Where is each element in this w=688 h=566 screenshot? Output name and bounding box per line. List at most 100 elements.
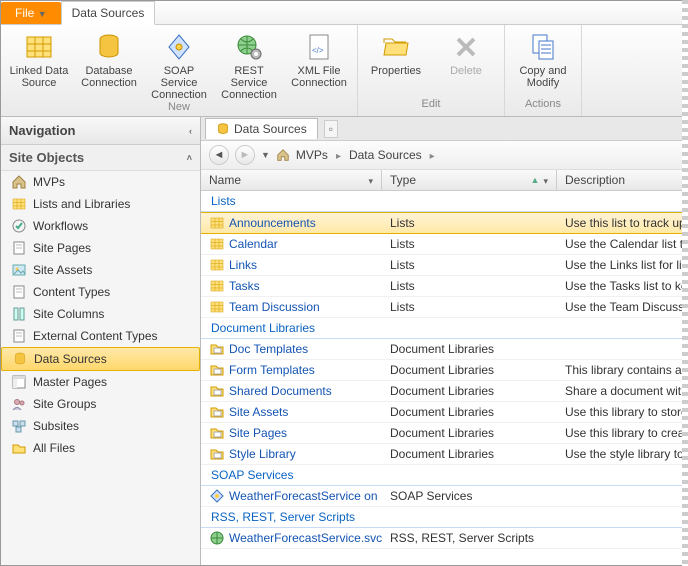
cell-desc: Use the style library to st — [557, 444, 687, 464]
col-type[interactable]: Type▲ — [382, 170, 557, 190]
cell-name[interactable]: Links — [201, 255, 382, 275]
people-icon — [11, 396, 27, 412]
sidebar-item-subsites[interactable]: Subsites — [1, 415, 200, 437]
table-row[interactable]: CalendarListsUse the Calendar list to ke — [201, 234, 687, 255]
sidebar-item-site-groups[interactable]: Site Groups — [1, 393, 200, 415]
col-name[interactable]: Name — [201, 170, 382, 190]
table-row[interactable]: Style LibraryDocument LibrariesUse the s… — [201, 444, 687, 465]
torn-edge — [682, 0, 688, 566]
xml-file-connection-label: XML File Connection — [287, 65, 351, 89]
navigation-pane: Navigation ‹ Site Objects ˄ MVPs Lists an… — [1, 117, 201, 565]
cell-name[interactable]: Shared Documents — [201, 381, 382, 401]
content-tab-data-sources[interactable]: Data Sources — [205, 118, 318, 139]
sidebar-item-all-files[interactable]: All Files — [1, 437, 200, 459]
forward-button[interactable]: ► — [235, 145, 255, 165]
cell-name[interactable]: Announcements — [201, 213, 382, 233]
table-row[interactable]: Site PagesDocument LibrariesUse this lib… — [201, 423, 687, 444]
site-objects-header[interactable]: Site Objects ˄ — [1, 145, 200, 171]
cell-desc: Share a document with t — [557, 381, 687, 401]
nav-header[interactable]: Navigation ‹ — [1, 117, 200, 145]
sidebar-item-lists[interactable]: Lists and Libraries — [1, 193, 200, 215]
table-row[interactable]: WeatherForecastService on ...SOAP Servic… — [201, 486, 687, 507]
sidebar-item-master-pages[interactable]: Master Pages — [1, 371, 200, 393]
history-dropdown[interactable]: ▼ — [261, 150, 270, 160]
cell-name[interactable]: Form Templates — [201, 360, 382, 380]
table-row[interactable]: Team DiscussionListsUse the Team Discuss… — [201, 297, 687, 318]
cell-type: Lists — [382, 297, 557, 317]
layout-icon — [11, 374, 27, 390]
sidebar-item-label: Workflows — [33, 219, 88, 233]
breadcrumb-separator — [334, 148, 343, 162]
group-header[interactable]: RSS, REST, Server Scripts — [201, 507, 687, 528]
group-header[interactable]: Lists — [201, 191, 687, 212]
cell-name[interactable]: Team Discussion — [201, 297, 382, 317]
table-row[interactable]: WeatherForecastService.svc...RSS, REST, … — [201, 528, 687, 549]
cylinder-icon — [93, 31, 125, 63]
properties-button[interactable]: Properties — [364, 29, 428, 77]
cell-name[interactable]: Site Assets — [201, 402, 382, 422]
app-window: File ▼ Data Sources Linked Data SourceDa… — [0, 0, 688, 566]
ribbon-group-label: New — [168, 101, 190, 115]
cell-desc: Use this library to create a — [557, 423, 687, 443]
database-connection-button[interactable]: Database Connection — [77, 29, 141, 89]
sidebar-item-label: MVPs — [33, 175, 65, 189]
cell-name[interactable]: Doc Templates — [201, 339, 382, 359]
cell-desc: Use the Tasks list to keep — [557, 276, 687, 296]
sidebar-item-label: External Content Types — [33, 329, 158, 343]
cell-name[interactable]: Tasks — [201, 276, 382, 296]
home-icon[interactable] — [276, 148, 290, 162]
cell-desc — [557, 528, 687, 548]
copy-modify-button[interactable]: Copy and Modify — [511, 29, 575, 89]
breadcrumb-item-data-sources[interactable]: Data Sources — [349, 148, 422, 162]
table-row[interactable]: LinksListsUse the Links list for links — [201, 255, 687, 276]
sidebar-item-mvps[interactable]: MVPs — [1, 171, 200, 193]
cell-desc: Use this library to store fi — [557, 402, 687, 422]
group-header[interactable]: SOAP Services — [201, 465, 687, 486]
sidebar-item-site-columns[interactable]: Site Columns — [1, 303, 200, 325]
cell-name[interactable]: Style Library — [201, 444, 382, 464]
cell-name[interactable]: Site Pages — [201, 423, 382, 443]
table-row[interactable]: Site AssetsDocument LibrariesUse this li… — [201, 402, 687, 423]
ribbon-group-edit: PropertiesDeleteEdit — [358, 25, 505, 116]
col-desc[interactable]: Description — [557, 170, 687, 190]
file-tab[interactable]: File ▼ — [1, 2, 61, 24]
cylinder-icon — [216, 122, 230, 136]
sidebar-item-site-assets[interactable]: Site Assets — [1, 259, 200, 281]
breadcrumb-item-mvps[interactable]: MVPs — [296, 148, 328, 162]
rest-service-connection-button[interactable]: REST Service Connection — [217, 29, 281, 101]
collapse-icon[interactable]: ‹ — [189, 126, 192, 136]
nav-title: Navigation — [9, 123, 75, 138]
table-row[interactable]: Form TemplatesDocument LibrariesThis lib… — [201, 360, 687, 381]
column-headers: Name Type▲ Description — [201, 170, 687, 191]
sidebar-item-site-pages[interactable]: Site Pages — [1, 237, 200, 259]
xml-file-connection-button[interactable]: </>XML File Connection — [287, 29, 351, 89]
ribbon-group-label: Actions — [525, 98, 561, 112]
group-header[interactable]: Document Libraries — [201, 318, 687, 339]
table-row[interactable]: Doc TemplatesDocument Libraries — [201, 339, 687, 360]
ribbon-group-label: Edit — [422, 98, 441, 112]
back-button[interactable]: ◄ — [209, 145, 229, 165]
cell-name[interactable]: WeatherForecastService on ... — [201, 486, 382, 506]
data-grid[interactable]: ListsAnnouncementsListsUse this list to … — [201, 191, 687, 565]
table-row[interactable]: Shared DocumentsDocument LibrariesShare … — [201, 381, 687, 402]
linked-data-source-button[interactable]: Linked Data Source — [7, 29, 71, 89]
soap-service-connection-button[interactable]: SOAP Service Connection — [147, 29, 211, 101]
sidebar-item-external-content-types[interactable]: External Content Types — [1, 325, 200, 347]
cell-name[interactable]: WeatherForecastService.svc... — [201, 528, 382, 548]
cell-type: Lists — [382, 255, 557, 275]
new-tab-button[interactable]: ▫ — [324, 120, 338, 138]
sidebar-item-workflows[interactable]: Workflows — [1, 215, 200, 237]
doclib-icon — [209, 362, 225, 378]
data-sources-tab[interactable]: Data Sources — [61, 1, 156, 25]
ribbon-group-actions: Copy and Modify Actions — [505, 25, 582, 116]
sidebar-item-label: All Files — [33, 441, 75, 455]
page-icon — [11, 240, 27, 256]
site-objects-label: Site Objects — [9, 150, 84, 165]
sidebar-item-data-sources[interactable]: Data Sources — [1, 347, 200, 371]
cell-name[interactable]: Calendar — [201, 234, 382, 254]
sidebar-item-label: Lists and Libraries — [33, 197, 130, 211]
table-row[interactable]: TasksListsUse the Tasks list to keep — [201, 276, 687, 297]
sidebar-item-content-types[interactable]: Content Types — [1, 281, 200, 303]
table-row[interactable]: AnnouncementsListsUse this list to track… — [201, 212, 687, 234]
table-yellow-icon — [209, 299, 225, 315]
